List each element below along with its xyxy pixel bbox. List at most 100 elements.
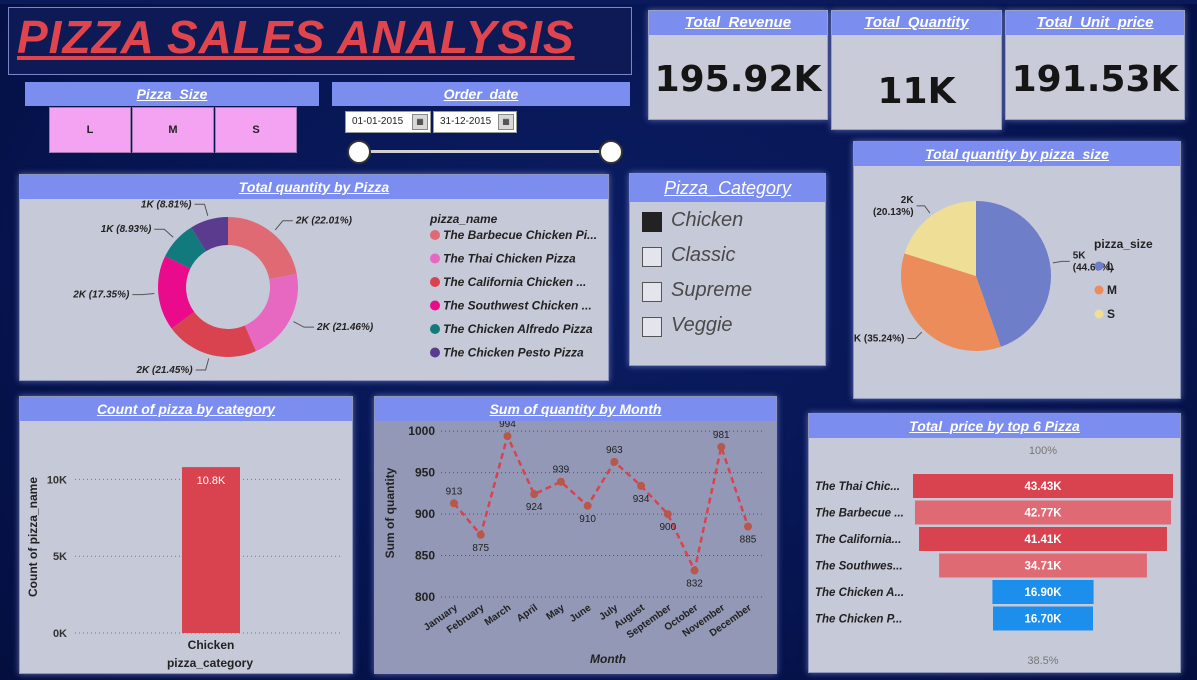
- size-button-m[interactable]: M: [132, 107, 214, 153]
- data-label: 2K (22.01%): [295, 216, 353, 227]
- month-line-chart: 8008509009501000913January875February994…: [383, 421, 765, 666]
- legend-item[interactable]: The Southwest Chicken ...: [443, 299, 592, 313]
- date-from-value: 01-01-2015: [352, 116, 404, 127]
- order-date-slicer: Order_date: [332, 82, 630, 106]
- kpi-value: 11K: [877, 71, 956, 112]
- funnel-top-label: 100%: [1029, 445, 1057, 457]
- leader-line: [154, 228, 174, 238]
- data-point[interactable]: [476, 530, 485, 539]
- date-to-value: 31-12-2015: [440, 116, 492, 127]
- calendar-icon[interactable]: ▦: [412, 114, 428, 130]
- funnel-category-label: The Thai Chic...: [815, 481, 900, 493]
- category-list: Chicken Classic Supreme Veggie: [630, 206, 825, 356]
- data-label: 5K: [1073, 250, 1087, 261]
- data-point[interactable]: [530, 490, 539, 499]
- kpi-title: Total_Unit_price: [1006, 11, 1184, 35]
- legend-item[interactable]: L: [1107, 259, 1114, 273]
- y-tick-label: 5K: [53, 551, 67, 563]
- legend-item[interactable]: The Chicken Alfredo Pizza: [443, 322, 593, 336]
- y-tick-label: 1000: [408, 424, 435, 438]
- checkbox[interactable]: [642, 247, 662, 267]
- category-label: Classic: [671, 244, 736, 266]
- funnel-category-label: The Barbecue ...: [815, 508, 904, 520]
- x-tick-label: May: [544, 602, 567, 622]
- legend-item[interactable]: The Chicken Pesto Pizza: [443, 346, 584, 360]
- date-range-start-handle[interactable]: [347, 140, 371, 164]
- funnel-data-label: 16.90K: [1024, 587, 1062, 599]
- category-label: Veggie: [671, 314, 733, 336]
- leader-line: [274, 220, 293, 231]
- kpi-total-quantity: Total_Quantity 11K: [831, 10, 1002, 130]
- data-point[interactable]: [637, 481, 646, 490]
- checkbox[interactable]: [642, 212, 662, 232]
- size-pie-chart: 5K(44.63%)4K (35.24%)2K(20.13%)pizza_siz…: [854, 195, 1153, 351]
- series-line: [453, 432, 750, 575]
- donut-slice[interactable]: [228, 217, 297, 280]
- data-label: 963: [606, 445, 623, 456]
- data-label: 994: [499, 421, 516, 430]
- size-button-s[interactable]: S: [215, 107, 297, 153]
- donut-chart: 2K (22.01%) 2K (21.46%) 2K (21.45%) 2K (17.…: [72, 199, 597, 376]
- month-line-panel: Sum of quantity by Month 800 850 900 950 100…: [374, 396, 777, 674]
- data-label: 939: [553, 465, 570, 476]
- legend-marker: [430, 277, 440, 287]
- donut-slice[interactable]: [244, 273, 298, 352]
- legend-item[interactable]: The Thai Chicken Pizza: [443, 252, 576, 266]
- data-point[interactable]: [744, 522, 752, 531]
- data-label: 1K (8.93%): [101, 224, 152, 235]
- data-point[interactable]: [663, 510, 672, 519]
- date-range-track[interactable]: [358, 150, 610, 153]
- checkbox[interactable]: [642, 282, 662, 302]
- data-point[interactable]: [717, 442, 726, 451]
- size-button-l[interactable]: L: [49, 107, 131, 153]
- legend-marker: [1094, 309, 1104, 319]
- y-tick-label: 0K: [53, 628, 67, 640]
- legend-marker: [430, 347, 440, 358]
- data-label: 832: [686, 578, 703, 589]
- funnel-data-label: 16.70K: [1024, 614, 1062, 626]
- data-point[interactable]: [450, 499, 458, 508]
- top-strip: [0, 0, 1197, 4]
- date-range-end-handle[interactable]: [599, 140, 623, 164]
- data-label: 2K (21.46%): [316, 322, 374, 333]
- title-banner: PIZZA SALES ANALYSIS: [8, 7, 632, 75]
- category-bar-chart: 0K 5K 10K 10.8K Chicken pizza_category Count o…: [26, 467, 340, 670]
- bar[interactable]: [182, 467, 240, 633]
- legend-item[interactable]: S: [1107, 307, 1115, 321]
- data-point[interactable]: [556, 477, 565, 486]
- leader-line: [907, 331, 923, 339]
- checkbox[interactable]: [642, 317, 662, 337]
- legend-item[interactable]: The California Chicken ...: [443, 275, 586, 289]
- x-tick-label: Chicken: [188, 638, 235, 652]
- data-label: 934: [633, 494, 650, 505]
- date-from-input[interactable]: 01-01-2015 ▦: [345, 111, 431, 133]
- y-tick-label: 10K: [47, 474, 67, 486]
- legend-marker: [430, 300, 440, 311]
- funnel-data-label: 43.43K: [1024, 481, 1062, 493]
- funnel-category-label: The Chicken A...: [815, 587, 904, 599]
- data-label: 2K: [901, 195, 915, 206]
- funnel-data-label: 42.77K: [1024, 508, 1062, 520]
- date-to-input[interactable]: 31-12-2015 ▦: [433, 111, 517, 133]
- leader-line: [132, 293, 155, 296]
- data-point[interactable]: [583, 501, 592, 510]
- calendar-icon[interactable]: ▦: [498, 114, 514, 130]
- legend-item[interactable]: M: [1107, 283, 1117, 297]
- funnel-category-label: The Southwes...: [815, 561, 903, 573]
- leader-line: [916, 205, 931, 214]
- funnel-category-label: The California...: [815, 534, 901, 546]
- legend-item[interactable]: The Barbecue Chicken Pi...: [443, 228, 597, 242]
- legend-marker: [430, 324, 440, 334]
- kpi-value: 191.53K: [1011, 59, 1179, 100]
- category-label: Supreme: [671, 279, 753, 301]
- pizza-category-slicer: Pizza_Category Chicken Classic Supreme Vegg…: [629, 173, 826, 366]
- data-point[interactable]: [610, 457, 619, 466]
- leader-line: [293, 321, 315, 328]
- y-tick-label: 900: [415, 507, 435, 521]
- data-point[interactable]: [690, 566, 699, 575]
- size-pie-panel: Total quantity by pizza_size 5K(44.63%)4…: [853, 141, 1181, 399]
- data-point[interactable]: [503, 432, 512, 441]
- chart-title: Total quantity by pizza_size: [854, 142, 1180, 166]
- slicer-title: Pizza_Size: [136, 86, 208, 102]
- data-label: 910: [579, 514, 596, 525]
